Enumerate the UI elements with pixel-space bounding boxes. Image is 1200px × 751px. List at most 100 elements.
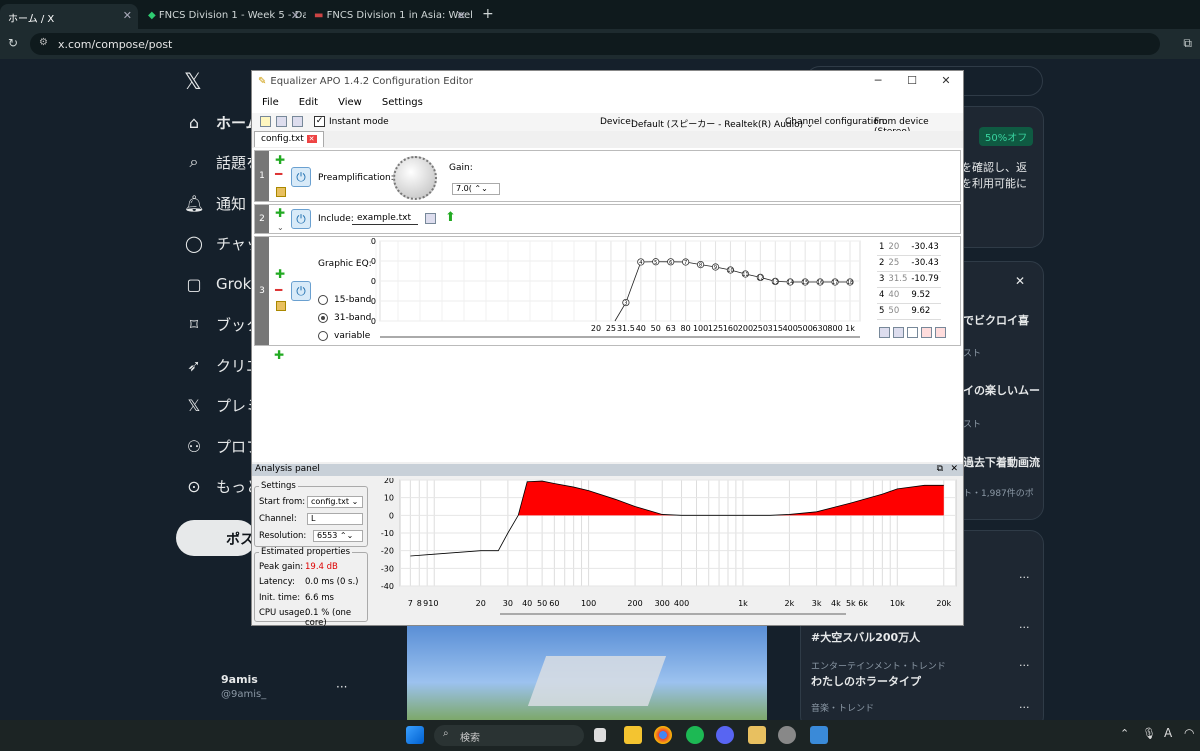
spotify-icon[interactable] bbox=[686, 726, 704, 744]
chevron-up-icon[interactable]: ⌃ bbox=[1120, 727, 1129, 740]
settings-icon[interactable] bbox=[778, 726, 796, 744]
add-filter-icon[interactable]: ✚ bbox=[274, 348, 284, 362]
windows-start-icon[interactable] bbox=[406, 726, 424, 744]
resolution-spinbox[interactable]: 6553 ⌃⌄ bbox=[313, 530, 363, 542]
equalizer-apo-icon[interactable] bbox=[748, 726, 766, 744]
trend-title[interactable]: でビクロイ喜 bbox=[963, 312, 1029, 328]
table-row[interactable]: 2 25 -30.43 bbox=[877, 255, 941, 272]
power-toggle-button[interactable]: ⏻ bbox=[291, 167, 311, 187]
analysis-chart[interactable]: 20100-10-20-30-407 8 910 20 30 40 50 60 100 200 30… bbox=[370, 478, 960, 624]
account-menu-button[interactable]: ··· bbox=[336, 680, 347, 694]
close-icon[interactable]: ✕ bbox=[1015, 274, 1025, 288]
more-icon[interactable]: ··· bbox=[1019, 701, 1030, 714]
table-row[interactable]: 4 40 9.52 bbox=[877, 287, 941, 304]
band-gain[interactable]: -10.79 bbox=[909, 271, 941, 288]
eq-table[interactable]: 1 20 -30.43 2 25 -30.43 3 31.5 -10.79 4 40 9.52 5 50 9… bbox=[877, 239, 957, 323]
wifi-icon[interactable]: ◠ bbox=[1184, 726, 1194, 740]
menu-edit[interactable]: Edit bbox=[289, 97, 328, 108]
add-filter-icon[interactable]: ✚ bbox=[275, 267, 285, 281]
reset-icon[interactable] bbox=[935, 327, 946, 338]
expand-icon[interactable]: ⌄ bbox=[277, 223, 284, 232]
trend-title[interactable]: #大空スバル200万人 bbox=[811, 629, 920, 645]
start-from-select[interactable]: config.txt ⌄ bbox=[307, 496, 363, 508]
post-button[interactable]: ポス bbox=[176, 520, 256, 556]
close-icon[interactable]: ✕ bbox=[291, 9, 300, 22]
channel-select[interactable]: L bbox=[307, 513, 363, 525]
radio-15-band[interactable] bbox=[318, 295, 328, 305]
band-gain[interactable]: -30.43 bbox=[909, 239, 941, 256]
preamp-knob[interactable] bbox=[393, 156, 437, 200]
post-media-image[interactable] bbox=[407, 626, 767, 720]
x-logo-icon[interactable]: 𝕏 bbox=[184, 70, 202, 95]
minimize-button[interactable]: ─ bbox=[861, 71, 895, 91]
edit-filter-icon[interactable] bbox=[276, 301, 286, 311]
eq-band-table[interactable]: 1 20 -30.43 2 25 -30.43 3 31.5 -10.79 4 40 9.52 5 50 9… bbox=[877, 239, 941, 320]
microphone-icon[interactable]: 🎙︎ bbox=[1142, 727, 1156, 740]
chrome-icon[interactable] bbox=[654, 726, 672, 744]
tab-fncs-asia[interactable]: ▬ FNCS Division 1 in Asia: Week 5 ✕ bbox=[306, 4, 472, 29]
nav-bookmarks[interactable]: ⌑ ブック bbox=[184, 312, 261, 336]
menu-file[interactable]: File bbox=[252, 97, 289, 108]
power-toggle-button[interactable]: ⏻ bbox=[291, 209, 311, 229]
menu-view[interactable]: View bbox=[328, 97, 372, 108]
invert-icon[interactable] bbox=[921, 327, 932, 338]
up-arrow-icon[interactable]: ⬆ bbox=[445, 210, 456, 225]
nav-creator[interactable]: ➶ クリエ bbox=[184, 353, 261, 377]
import-icon[interactable] bbox=[879, 327, 890, 338]
discord-icon[interactable] bbox=[716, 726, 734, 744]
float-panel-icon[interactable]: ⧉ bbox=[937, 464, 943, 474]
trend-title[interactable]: 過去下着動画流 bbox=[963, 454, 1040, 470]
user-name[interactable]: 9amis bbox=[221, 673, 258, 686]
instant-mode-checkbox[interactable]: ✓ bbox=[314, 116, 325, 127]
add-filter-icon[interactable]: ✚ bbox=[275, 206, 285, 220]
add-filter-icon[interactable]: ✚ bbox=[275, 153, 285, 167]
install-app-icon[interactable]: ⧉ bbox=[1183, 36, 1192, 51]
input-method-icon[interactable]: A bbox=[1164, 726, 1172, 740]
radio-variable[interactable] bbox=[318, 331, 328, 341]
site-info-icon[interactable]: ⚙ bbox=[39, 37, 48, 48]
band-gain[interactable]: -30.43 bbox=[909, 255, 941, 272]
maximize-button[interactable]: ☐ bbox=[895, 71, 929, 91]
nav-messages[interactable]: ◯ チャッ bbox=[184, 231, 261, 255]
close-panel-icon[interactable]: ✕ bbox=[950, 464, 958, 474]
nav-notifications[interactable]: 🔔︎ 通知 bbox=[184, 191, 246, 215]
more-icon[interactable]: ··· bbox=[1019, 571, 1030, 584]
url-input[interactable]: ⚙ x.com/compose/post bbox=[30, 33, 1160, 55]
nav-more[interactable]: ⊙ もっと bbox=[184, 474, 261, 498]
save-file-icon[interactable] bbox=[292, 116, 303, 127]
table-row[interactable]: 1 20 -30.43 bbox=[877, 239, 941, 256]
power-toggle-button[interactable]: ⏻ bbox=[291, 281, 311, 301]
edit-filter-icon[interactable] bbox=[276, 187, 286, 197]
remove-filter-icon[interactable]: ━ bbox=[275, 283, 282, 297]
close-icon[interactable]: ✕ bbox=[457, 9, 466, 22]
tab-fncs-week5[interactable]: ◆ FNCS Division 1 - Week 5 - Day ✕ bbox=[140, 4, 306, 29]
remove-filter-icon[interactable]: ━ bbox=[275, 167, 282, 181]
more-icon[interactable]: ··· bbox=[1019, 621, 1030, 634]
menu-settings[interactable]: Settings bbox=[372, 97, 433, 108]
nav-premium[interactable]: 𝕏 プレミ bbox=[184, 393, 261, 417]
app-f-icon[interactable] bbox=[810, 726, 828, 744]
file-explorer-icon[interactable] bbox=[624, 726, 642, 744]
graphic-eq-chart[interactable]: 20100-10-20202531.5405063801001251602002… bbox=[370, 237, 870, 345]
tab-x-home[interactable]: ホーム / X ✕ bbox=[0, 4, 138, 29]
nav-explore[interactable]: ⌕ 話題を bbox=[184, 150, 262, 174]
trend-title[interactable]: イの楽しいムー bbox=[963, 382, 1040, 398]
table-row[interactable]: 5 50 9.62 bbox=[877, 303, 941, 320]
tab-config-txt[interactable]: config.txt ✕ bbox=[254, 131, 324, 147]
band-gain[interactable]: 9.62 bbox=[909, 303, 941, 320]
band-gain[interactable]: 9.52 bbox=[909, 287, 941, 304]
close-tab-icon[interactable]: ✕ bbox=[306, 135, 317, 143]
table-row[interactable]: 3 31.5 -10.79 bbox=[877, 271, 941, 288]
reload-icon[interactable]: ↻ bbox=[8, 36, 18, 50]
taskbar-search[interactable]: ⌕ 検索 bbox=[434, 725, 584, 746]
nav-home[interactable]: ⌂ ホーム bbox=[184, 110, 261, 134]
new-file-icon[interactable] bbox=[260, 116, 271, 127]
task-view-icon[interactable] bbox=[594, 728, 606, 742]
new-tab-button[interactable]: + bbox=[474, 4, 494, 29]
link-icon[interactable] bbox=[907, 327, 918, 338]
nav-grok[interactable]: ▢ Grok bbox=[184, 272, 251, 296]
more-icon[interactable]: ··· bbox=[1019, 659, 1030, 672]
open-file-icon[interactable] bbox=[276, 116, 287, 127]
export-icon[interactable] bbox=[893, 327, 904, 338]
trend-title[interactable]: わたしのホラータイプ bbox=[811, 673, 921, 689]
